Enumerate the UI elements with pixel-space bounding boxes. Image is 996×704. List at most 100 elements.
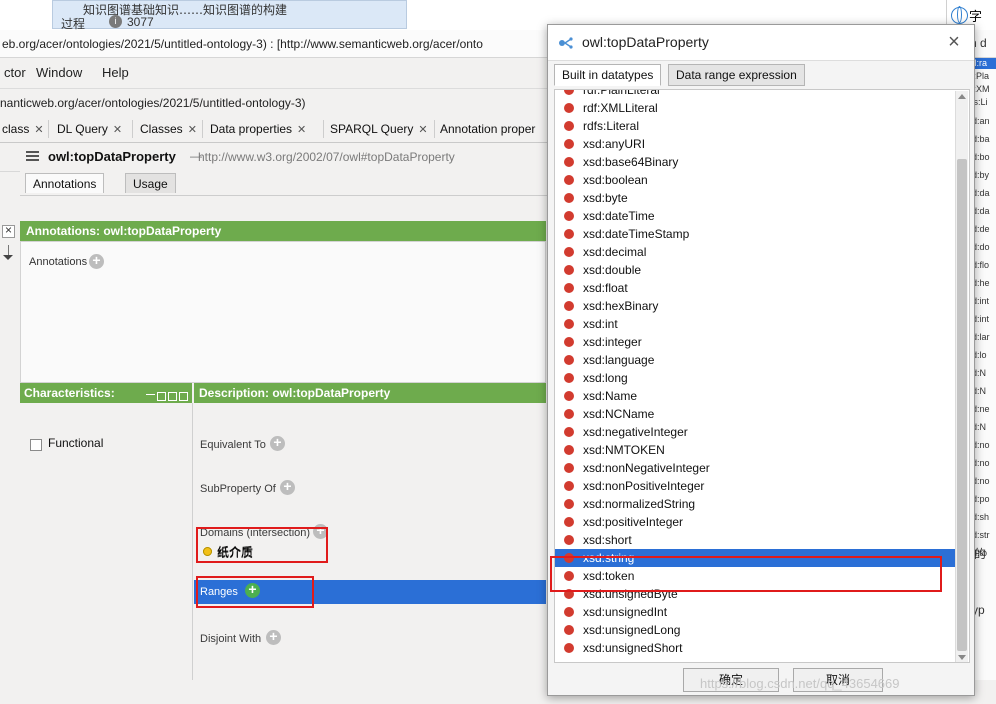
list-item[interactable]: xsd:normalizedString (555, 495, 955, 513)
scrollbar-thumb[interactable] (957, 159, 967, 651)
scroll-down-icon[interactable] (958, 655, 966, 660)
list-item-label: xsd:byte (583, 191, 628, 205)
add-subproperty-of-button[interactable]: + (280, 479, 295, 495)
chevron-down-icon[interactable] (3, 255, 13, 260)
tab-class[interactable]: class ✕ (2, 119, 44, 139)
list-item-label: rdfs:Literal (583, 119, 640, 133)
list-item[interactable]: xsd:integer (555, 333, 955, 351)
tab-sparql-query-close-icon[interactable]: ✕ (418, 124, 427, 136)
list-item-label: xsd:dateTime (583, 209, 655, 223)
list-item[interactable]: xsd:unsignedLong (555, 621, 955, 639)
tab-dl-query-close-icon[interactable]: ✕ (113, 124, 122, 136)
list-item[interactable]: xsd:long (555, 369, 955, 387)
datatype-icon (564, 337, 574, 347)
list-item[interactable]: xsd:unsignedInt (555, 603, 955, 621)
list-item[interactable]: xsd:dateTime (555, 207, 955, 225)
list-item[interactable]: xsd:nonPositiveInteger (555, 477, 955, 495)
restore-icon[interactable] (157, 392, 166, 402)
list-scrollbar[interactable] (955, 91, 968, 662)
list-item[interactable]: xsd:unsignedShort (555, 639, 955, 657)
info-icon: i (109, 15, 122, 28)
list-item[interactable]: xsd:boolean (555, 171, 955, 189)
list-item[interactable]: xsd:float (555, 279, 955, 297)
list-item[interactable]: xsd:short (555, 531, 955, 549)
functional-checkbox[interactable] (30, 439, 42, 451)
tab-annotation-properties-label: Annotation proper (440, 122, 536, 136)
list-item-label: xsd:language (583, 353, 655, 367)
minimize-icon[interactable] (146, 394, 155, 399)
tab-built-in-datatypes[interactable]: Built in datatypes (554, 64, 662, 86)
annotations-panel: Annotations + (20, 241, 546, 383)
maximize-icon[interactable] (168, 392, 177, 402)
tab-separator (202, 120, 203, 138)
tab-class-close-icon[interactable]: ✕ (34, 124, 43, 136)
list-item[interactable]: xsd:language (555, 351, 955, 369)
datatype-icon (564, 175, 574, 185)
top-right-label: 字 (969, 10, 983, 25)
tab-annotation-properties[interactable]: Annotation proper (440, 119, 535, 139)
menu-icon[interactable] (26, 151, 39, 161)
list-item[interactable]: xsd:int (555, 315, 955, 333)
tab-classes[interactable]: Classes ✕ (140, 119, 197, 139)
tab-class-label: class (2, 122, 30, 136)
datatype-icon (564, 121, 574, 131)
list-item-label: xsd:unsignedShort (583, 641, 683, 655)
protege-icon (559, 37, 573, 49)
list-item[interactable]: xsd:anyURI (555, 135, 955, 153)
list-item[interactable]: rdfs:Literal (555, 117, 955, 135)
domain-value-overlay[interactable]: 纸介质 (217, 543, 253, 560)
tab-data-properties-close-icon[interactable]: ✕ (297, 124, 306, 136)
list-item[interactable]: xsd:double (555, 261, 955, 279)
tab-separator (48, 120, 49, 138)
datatype-icon (564, 499, 574, 509)
tab-data-properties[interactable]: Data properties ✕ (210, 119, 306, 139)
tab-sparql-query[interactable]: SPARQL Query ✕ (330, 119, 428, 139)
close-panel-icon[interactable] (179, 392, 188, 402)
list-item[interactable]: xsd:hexBinary (555, 297, 955, 315)
datatype-icon (564, 625, 574, 635)
list-item[interactable]: rdf:XMLLiteral (555, 99, 955, 117)
menu-item-window[interactable]: Window (36, 65, 82, 80)
add-disjoint-with-button[interactable]: + (266, 629, 281, 645)
tab-annotations[interactable]: Annotations (25, 173, 105, 193)
close-box-icon[interactable] (2, 223, 15, 238)
equivalent-to-label: Equivalent To (200, 439, 266, 451)
close-icon[interactable]: × (944, 32, 964, 53)
list-item-label: xsd:int (583, 317, 618, 331)
list-item-label: rdf:PlainLiteral (583, 89, 660, 97)
dialog-tab-bar: Built in datatypes Data range expression (548, 61, 974, 87)
tab-classes-close-icon[interactable]: ✕ (188, 124, 197, 136)
list-item[interactable]: xsd:positiveInteger (555, 513, 955, 531)
list-item[interactable]: xsd:NCName (555, 405, 955, 423)
datatype-icon (564, 301, 574, 311)
annotations-section-header: Annotations: owl:topDataProperty (20, 221, 546, 241)
list-item[interactable]: xsd:decimal (555, 243, 955, 261)
datatype-icon (564, 247, 574, 257)
tab-dl-query[interactable]: DL Query ✕ (57, 119, 122, 139)
datatype-icon (564, 229, 574, 239)
list-item[interactable]: xsd:Name (555, 387, 955, 405)
tab-usage[interactable]: Usage (125, 173, 176, 193)
list-item[interactable]: xsd:byte (555, 189, 955, 207)
list-item[interactable]: rdf:PlainLiteral (555, 89, 955, 99)
tab-data-range-expression[interactable]: Data range expression (668, 64, 805, 86)
description-header: Description: owl:topDataProperty (194, 383, 546, 403)
entity-iri: http://www.w3.org/2002/07/owl#topDataPro… (198, 150, 455, 164)
list-item[interactable]: xsd:dateTimeStamp (555, 225, 955, 243)
left-side-strip (0, 195, 20, 680)
dialog-title: owl:topDataProperty (582, 34, 709, 50)
characteristics-header-label: Characteristics: (24, 386, 115, 400)
list-item[interactable]: xsd:negativeInteger (555, 423, 955, 441)
menu-item-help[interactable]: Help (102, 65, 129, 80)
list-item[interactable]: xsd:NMTOKEN (555, 441, 955, 459)
add-annotation-button[interactable]: + (89, 253, 104, 269)
menu-item-refactor[interactable]: ctor (4, 65, 26, 80)
datatype-icon (564, 445, 574, 455)
datatype-icon (564, 355, 574, 365)
list-item-label: xsd:hexBinary (583, 299, 659, 313)
list-item[interactable]: xsd:nonNegativeInteger (555, 459, 955, 477)
article-card[interactable]: 知识图谱基础知识……知识图谱的构建 过程 i 3077 (52, 0, 407, 31)
list-item[interactable]: xsd:base64Binary (555, 153, 955, 171)
scroll-up-icon[interactable] (958, 94, 966, 99)
add-equivalent-to-button[interactable]: + (270, 435, 285, 451)
